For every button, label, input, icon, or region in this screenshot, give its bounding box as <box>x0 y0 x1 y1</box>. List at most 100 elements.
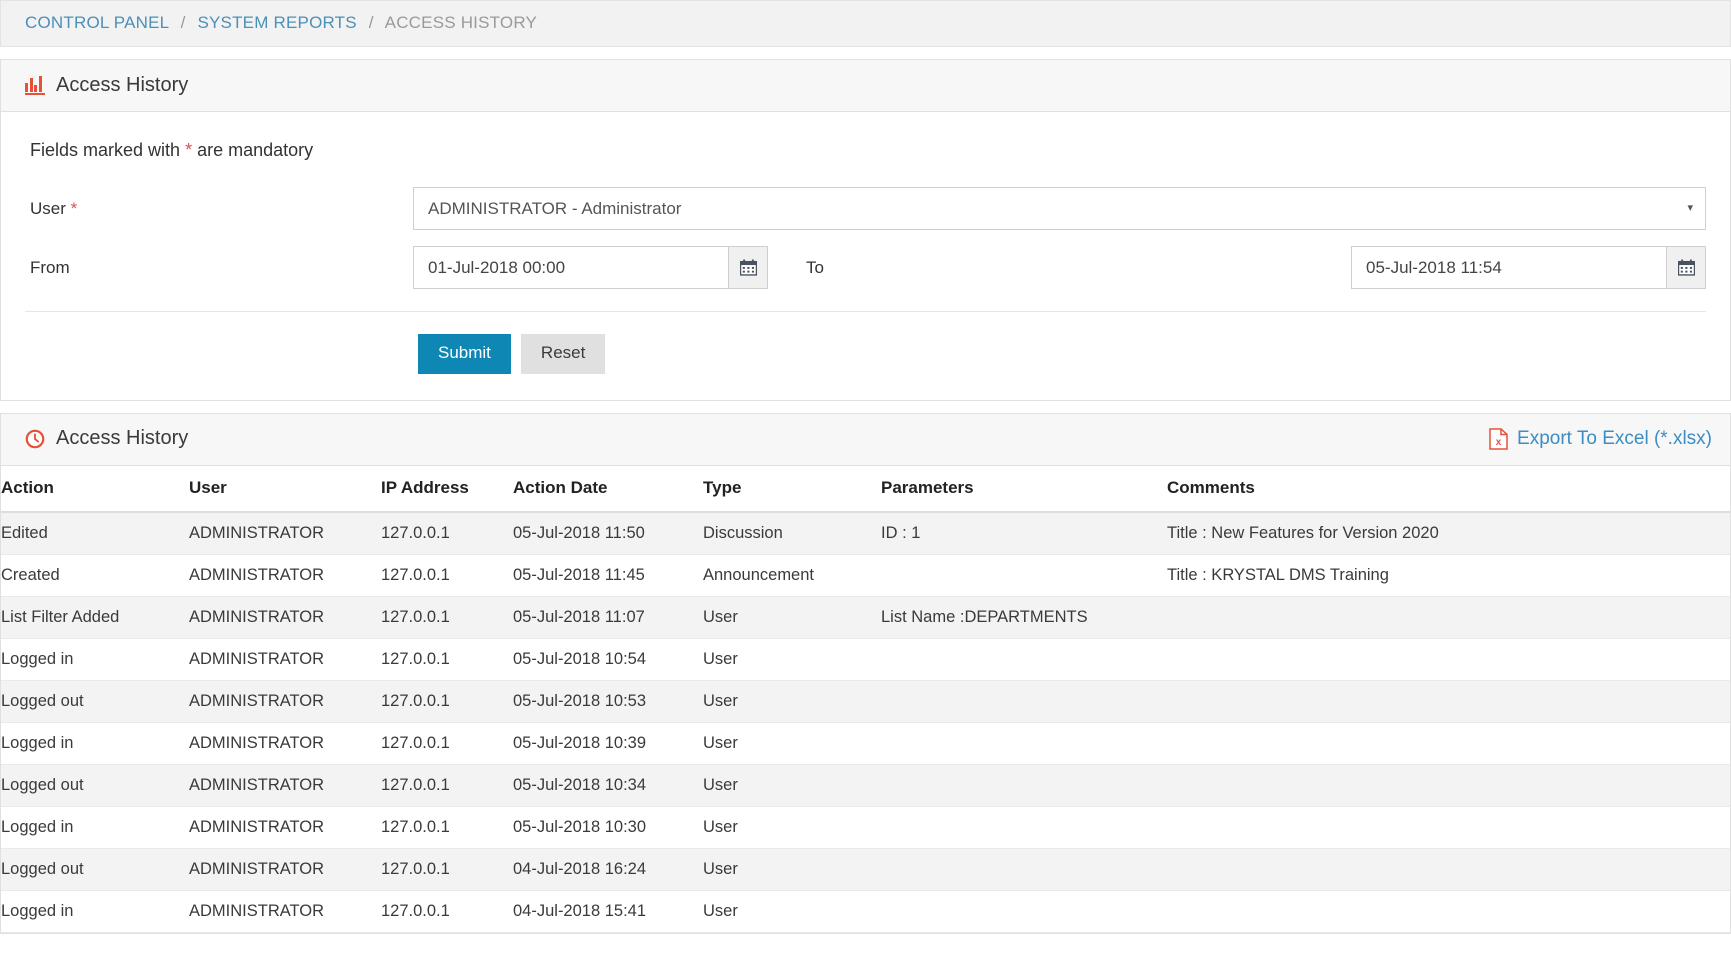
column-header-action[interactable]: Action <box>1 465 189 513</box>
date-range-controls: 01-Jul-2018 00:00 To 05-Jul-2018 11:54 <box>413 246 1706 289</box>
cell-action-date: 05-Jul-2018 10:39 <box>513 722 703 765</box>
access-history-filter-panel: Access History Fields marked with * are … <box>0 59 1731 401</box>
calendar-icon <box>739 259 757 276</box>
history-table-container: Action User IP Address Action Date Type … <box>1 465 1730 933</box>
from-field-label: From <box>30 257 70 277</box>
cell-type: User <box>703 596 881 639</box>
from-date-group: 01-Jul-2018 00:00 <box>413 246 768 289</box>
filter-panel-title-group: Access History <box>25 74 188 97</box>
table-row[interactable]: Logged out ADMINISTRATOR 127.0.0.1 05-Jul-2… <box>1 680 1730 723</box>
cell-action-date: 05-Jul-2018 11:50 <box>513 511 703 555</box>
export-to-excel-label: Export To Excel (*.xlsx) <box>1517 427 1712 449</box>
breadcrumb-item-control-panel[interactable]: CONTROL PANEL <box>25 13 169 32</box>
from-calendar-button[interactable] <box>728 246 768 289</box>
filter-panel-header: Access History <box>1 60 1730 112</box>
cell-action: Logged in <box>1 890 189 933</box>
cell-comments: Title : New Features for Version 2020 <box>1167 511 1730 555</box>
cell-type: User <box>703 764 881 807</box>
cell-comments: Title : KRYSTAL DMS Training <box>1167 554 1730 597</box>
cell-comments <box>1167 848 1730 891</box>
date-range-row: From 01-Jul-2018 00:00 To 05-Jul-2018 11… <box>25 246 1706 289</box>
column-header-action-date[interactable]: Action Date <box>513 465 703 513</box>
table-row[interactable]: Logged out ADMINISTRATOR 127.0.0.1 04-Jul-2… <box>1 848 1730 891</box>
export-to-excel-link[interactable]: x Export To Excel (*.xlsx) <box>1489 428 1712 450</box>
breadcrumb-separator: / <box>368 13 374 32</box>
column-header-ip-address[interactable]: IP Address <box>381 465 513 513</box>
cell-type: Discussion <box>703 511 881 555</box>
table-row[interactable]: Logged in ADMINISTRATOR 127.0.0.1 05-Jul-20… <box>1 722 1730 765</box>
table-row[interactable]: Logged in ADMINISTRATOR 127.0.0.1 05-Jul-20… <box>1 806 1730 849</box>
from-date-input[interactable]: 01-Jul-2018 00:00 <box>413 246 728 289</box>
table-body: Edited ADMINISTRATOR 127.0.0.1 05-Jul-2018 … <box>1 511 1730 933</box>
cell-user: ADMINISTRATOR <box>189 511 381 555</box>
cell-parameters <box>881 722 1167 765</box>
table-header-row: Action User IP Address Action Date Type … <box>1 465 1730 513</box>
cell-comments <box>1167 890 1730 933</box>
cell-ip-address: 127.0.0.1 <box>381 806 513 849</box>
svg-text:x: x <box>1496 437 1502 448</box>
user-field-label: User * <box>25 199 413 219</box>
cell-ip-address: 127.0.0.1 <box>381 722 513 765</box>
cell-ip-address: 127.0.0.1 <box>381 890 513 933</box>
cell-user: ADMINISTRATOR <box>189 806 381 849</box>
cell-user: ADMINISTRATOR <box>189 890 381 933</box>
cell-action-date: 04-Jul-2018 16:24 <box>513 848 703 891</box>
user-select[interactable]: ADMINISTRATOR - Administrator ▾ <box>413 187 1706 230</box>
cell-action: Logged out <box>1 764 189 807</box>
breadcrumb-item-system-reports[interactable]: SYSTEM REPORTS <box>197 13 356 32</box>
cell-type: Announcement <box>703 554 881 597</box>
table-row[interactable]: Created ADMINISTRATOR 127.0.0.1 05-Jul-2018… <box>1 554 1730 597</box>
cell-parameters <box>881 638 1167 681</box>
cell-action: Logged out <box>1 848 189 891</box>
results-panel-title-group: Access History <box>25 427 188 450</box>
to-field-label: To <box>806 257 824 277</box>
table-row[interactable]: Logged out ADMINISTRATOR 127.0.0.1 05-Jul-2… <box>1 764 1730 807</box>
cell-ip-address: 127.0.0.1 <box>381 596 513 639</box>
cell-parameters: List Name :DEPARTMENTS <box>881 596 1167 639</box>
cell-action-date: 04-Jul-2018 15:41 <box>513 890 703 933</box>
cell-action-date: 05-Jul-2018 11:45 <box>513 554 703 597</box>
breadcrumb-item-access-history: ACCESS HISTORY <box>384 13 538 32</box>
cell-parameters <box>881 806 1167 849</box>
cell-type: User <box>703 806 881 849</box>
access-history-results-panel: Access History x Export To Excel (*.xlsx… <box>0 412 1731 934</box>
table-row[interactable]: Logged in ADMINISTRATOR 127.0.0.1 05-Jul-20… <box>1 638 1730 681</box>
cell-user: ADMINISTRATOR <box>189 848 381 891</box>
to-date-input[interactable]: 05-Jul-2018 11:54 <box>1351 246 1666 289</box>
column-header-comments[interactable]: Comments <box>1167 465 1730 513</box>
table-row[interactable]: Edited ADMINISTRATOR 127.0.0.1 05-Jul-2018 … <box>1 511 1730 555</box>
to-date-group: 05-Jul-2018 11:54 <box>1351 246 1706 289</box>
table-row[interactable]: List Filter Added ADMINISTRATOR 127.0.0.1 0… <box>1 596 1730 639</box>
to-calendar-button[interactable] <box>1666 246 1706 289</box>
cell-comments <box>1167 806 1730 849</box>
cell-action-date: 05-Jul-2018 10:34 <box>513 764 703 807</box>
results-panel-header: Access History x Export To Excel (*.xlsx… <box>1 413 1730 466</box>
cell-action: Logged out <box>1 680 189 723</box>
cell-ip-address: 127.0.0.1 <box>381 680 513 723</box>
cell-ip-address: 127.0.0.1 <box>381 554 513 597</box>
cell-action: Logged in <box>1 722 189 765</box>
column-header-type[interactable]: Type <box>703 465 881 513</box>
cell-action: Logged in <box>1 806 189 849</box>
column-header-parameters[interactable]: Parameters <box>881 465 1167 513</box>
user-label-text: User <box>30 198 66 218</box>
filter-panel-title: Access History <box>56 73 189 96</box>
breadcrumb: CONTROL PANEL / SYSTEM REPORTS / ACCESS … <box>0 0 1731 47</box>
user-select-value: ADMINISTRATOR - Administrator <box>428 198 682 218</box>
cell-comments <box>1167 764 1730 807</box>
reset-button[interactable]: Reset <box>520 334 606 374</box>
column-header-user[interactable]: User <box>189 465 381 513</box>
cell-user: ADMINISTRATOR <box>189 554 381 597</box>
cell-user: ADMINISTRATOR <box>189 596 381 639</box>
cell-user: ADMINISTRATOR <box>189 722 381 765</box>
cell-user: ADMINISTRATOR <box>189 680 381 723</box>
cell-comments <box>1167 638 1730 681</box>
excel-file-icon: x <box>1489 427 1508 450</box>
breadcrumb-separator: / <box>180 13 186 32</box>
cell-ip-address: 127.0.0.1 <box>381 638 513 681</box>
calendar-icon <box>1677 259 1695 276</box>
cell-action-date: 05-Jul-2018 10:54 <box>513 638 703 681</box>
table-row[interactable]: Logged in ADMINISTRATOR 127.0.0.1 04-Jul-20… <box>1 890 1730 933</box>
submit-button[interactable]: Submit <box>418 334 511 374</box>
user-field-row: User * ADMINISTRATOR - Administrator ▾ <box>25 187 1706 230</box>
